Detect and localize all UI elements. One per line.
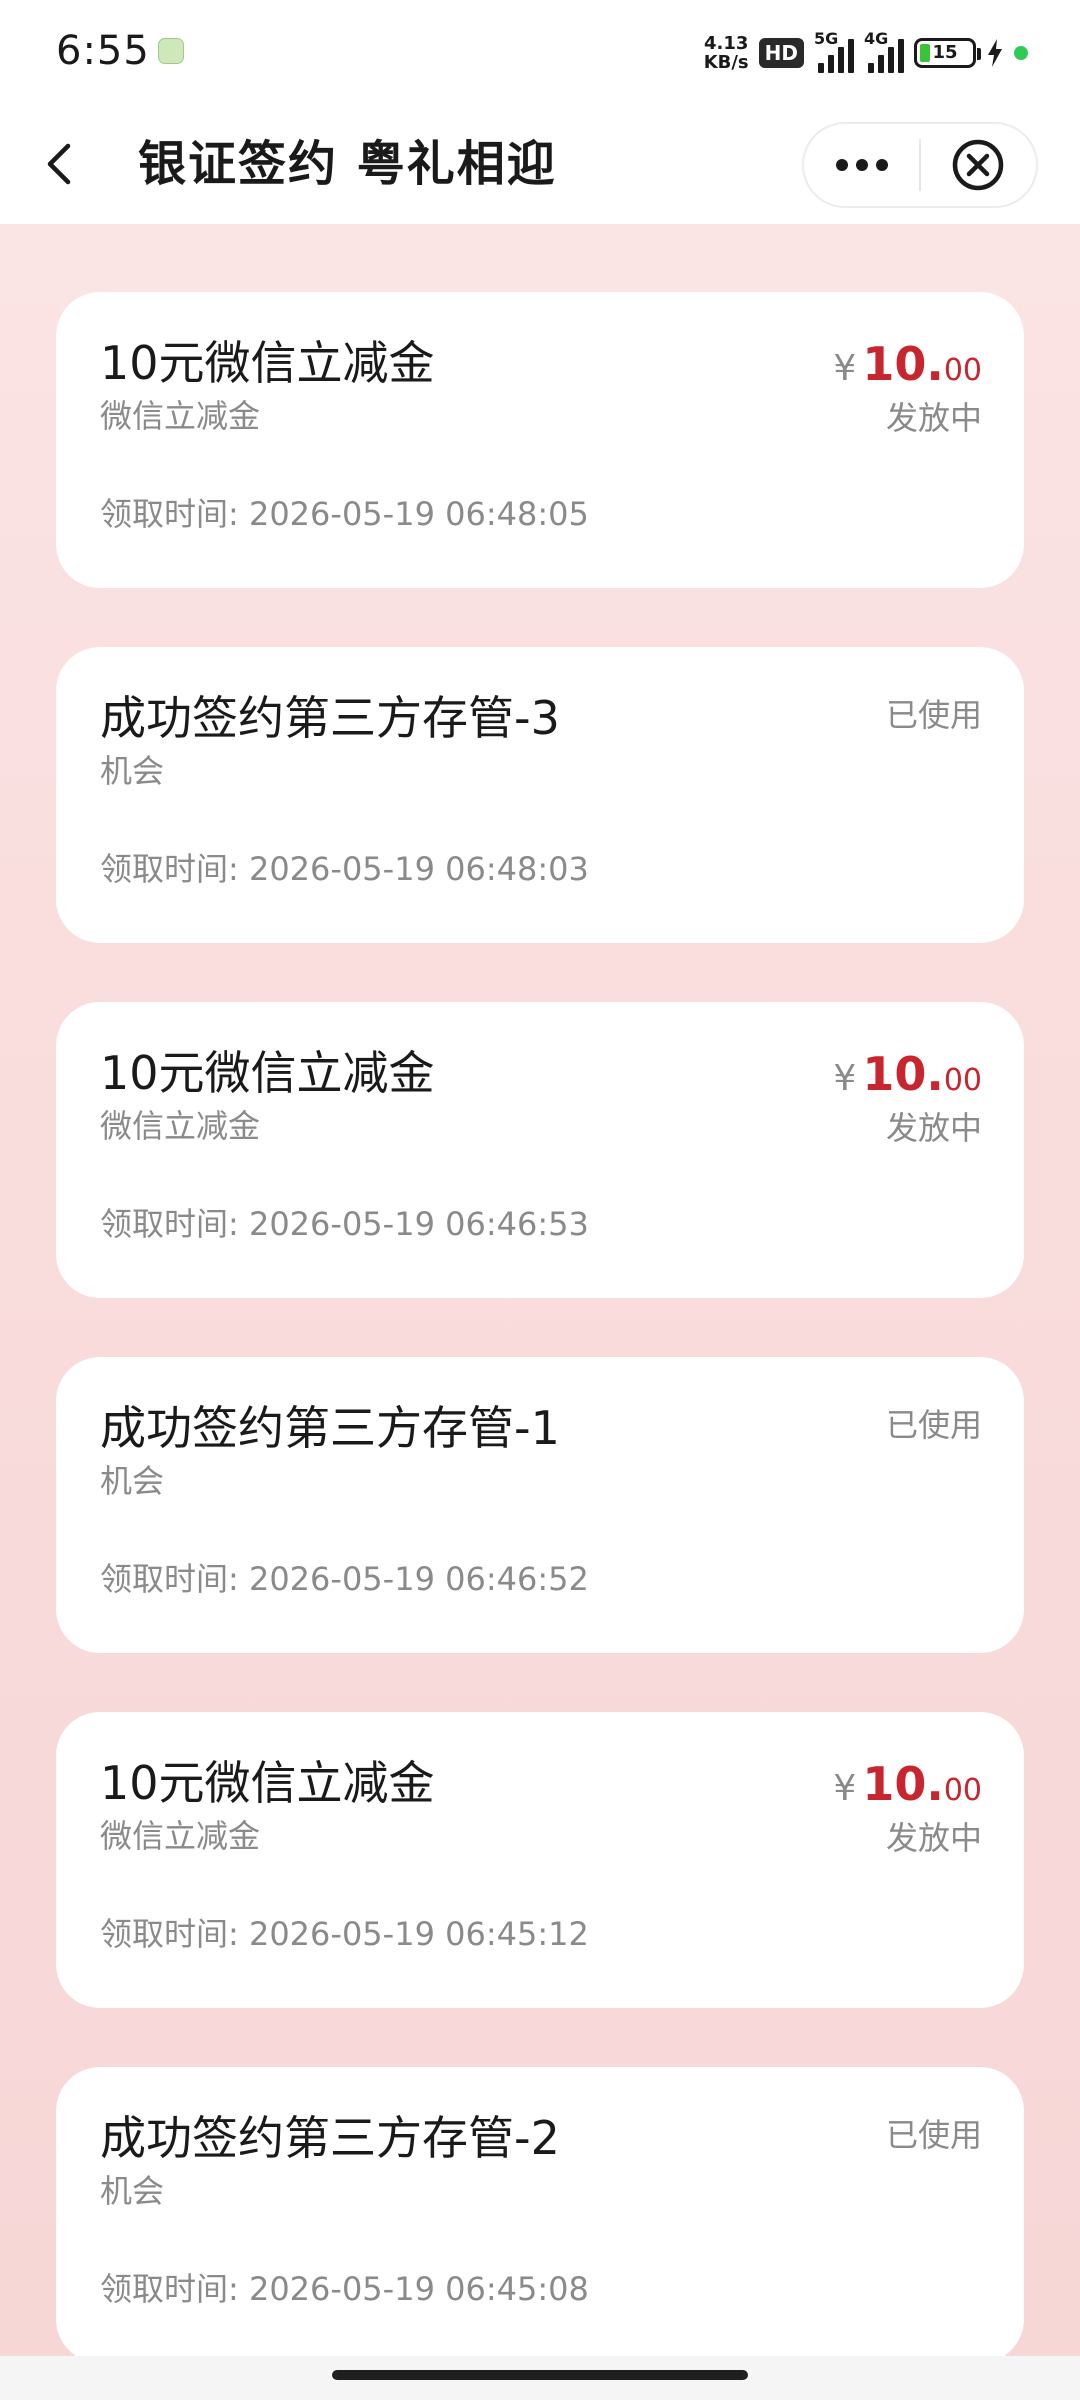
amount-decimal: 00 — [943, 353, 982, 388]
record-status: 已使用 — [885, 696, 982, 734]
record-card[interactable]: 10元微信立减金 微信立减金 领取时间: 2026-05-19 06:45:12… — [56, 1712, 1024, 2008]
record-status: 发放中 — [885, 399, 982, 437]
battery-level: 15 — [932, 42, 958, 63]
record-time: 领取时间: 2026-05-19 06:48:05 — [100, 495, 589, 533]
amount-integer: 10. — [862, 337, 944, 391]
record-title: 成功签约第三方存管-3 — [100, 691, 560, 745]
record-card[interactable]: 成功签约第三方存管-1 机会 领取时间: 2026-05-19 06:46:52… — [56, 1357, 1024, 1653]
more-dots-icon — [835, 159, 888, 171]
record-subtitle: 微信立减金 — [100, 1107, 261, 1145]
chevron-left-icon — [47, 143, 71, 185]
app-notification-icon — [158, 38, 184, 64]
gesture-bar — [0, 2356, 1080, 2400]
home-indicator[interactable] — [332, 2370, 748, 2380]
hd-badge: HD — [758, 38, 804, 68]
record-card[interactable]: 成功签约第三方存管-3 机会 领取时间: 2026-05-19 06:48:03… — [56, 647, 1024, 943]
record-card[interactable]: 10元微信立减金 微信立减金 领取时间: 2026-05-19 06:48:05… — [56, 292, 1024, 588]
record-amount: ¥10.00 — [833, 1756, 982, 1823]
record-card[interactable]: 10元微信立减金 微信立减金 领取时间: 2026-05-19 06:46:53… — [56, 1002, 1024, 1298]
amount-integer: 10. — [862, 1757, 944, 1811]
network-speed-value: 4.13 — [703, 33, 749, 54]
amount-integer: 10. — [862, 1047, 944, 1101]
record-title: 成功签约第三方存管-2 — [100, 2111, 560, 2165]
status-time: 6:55 — [56, 28, 150, 74]
records-list: 10元微信立减金 微信立减金 领取时间: 2026-05-19 06:48:05… — [0, 224, 1080, 2356]
signal-5g-label: 5G — [814, 29, 839, 48]
currency-symbol: ¥ — [833, 1768, 857, 1809]
record-amount: ¥10.00 — [833, 1046, 982, 1113]
record-title: 成功签约第三方存管-1 — [100, 1401, 560, 1455]
page-title: 银证签约 粤礼相迎 — [138, 136, 557, 192]
record-status: 已使用 — [885, 1406, 982, 1444]
amount-decimal: 00 — [943, 1063, 982, 1098]
signal-5g-icon: 5G — [814, 29, 854, 73]
record-subtitle: 微信立减金 — [100, 397, 261, 435]
record-title: 10元微信立减金 — [100, 1756, 435, 1810]
record-card[interactable]: 成功签约第三方存管-2 机会 领取时间: 2026-05-19 06:45:08… — [56, 2067, 1024, 2356]
record-subtitle: 机会 — [100, 2172, 165, 2210]
miniprogram-capsule — [802, 122, 1038, 208]
record-status: 已使用 — [885, 2116, 982, 2154]
currency-symbol: ¥ — [833, 348, 857, 389]
back-button[interactable] — [24, 128, 96, 200]
status-bar: 6:55 4.13 KB/s HD 5G 4G 15 — [0, 0, 1080, 104]
record-time: 领取时间: 2026-05-19 06:45:08 — [100, 2270, 589, 2308]
signal-4g-icon: 4G — [864, 29, 904, 73]
record-time: 领取时间: 2026-05-19 06:45:12 — [100, 1915, 589, 1953]
record-time: 领取时间: 2026-05-19 06:48:03 — [100, 850, 589, 888]
record-subtitle: 微信立减金 — [100, 1817, 261, 1855]
record-amount: ¥10.00 — [833, 336, 982, 403]
record-time: 领取时间: 2026-05-19 06:46:52 — [100, 1560, 589, 1598]
record-status: 发放中 — [885, 1109, 982, 1147]
record-subtitle: 机会 — [100, 752, 165, 790]
record-status: 发放中 — [885, 1819, 982, 1857]
network-speed: 4.13 KB/s — [704, 34, 749, 72]
network-speed-unit: KB/s — [703, 52, 749, 73]
close-button[interactable] — [921, 124, 1036, 206]
nav-bar: 银证签约 粤礼相迎 — [0, 104, 1080, 224]
privacy-indicator-dot — [1014, 46, 1028, 60]
record-title: 10元微信立减金 — [100, 336, 435, 390]
charging-icon — [988, 39, 1002, 67]
more-button[interactable] — [804, 124, 919, 206]
battery-icon: 15 — [914, 38, 981, 68]
close-circle-icon — [953, 139, 1004, 191]
record-title: 10元微信立减金 — [100, 1046, 435, 1100]
status-indicators: 4.13 KB/s HD 5G 4G 15 — [704, 29, 1028, 76]
record-subtitle: 机会 — [100, 1462, 165, 1500]
record-time: 领取时间: 2026-05-19 06:46:53 — [100, 1205, 589, 1243]
amount-decimal: 00 — [943, 1773, 982, 1808]
signal-4g-label: 4G — [864, 29, 889, 48]
currency-symbol: ¥ — [833, 1058, 857, 1099]
screen: 6:55 4.13 KB/s HD 5G 4G 15 银证签约 粤礼相迎 10元… — [0, 0, 1080, 2400]
